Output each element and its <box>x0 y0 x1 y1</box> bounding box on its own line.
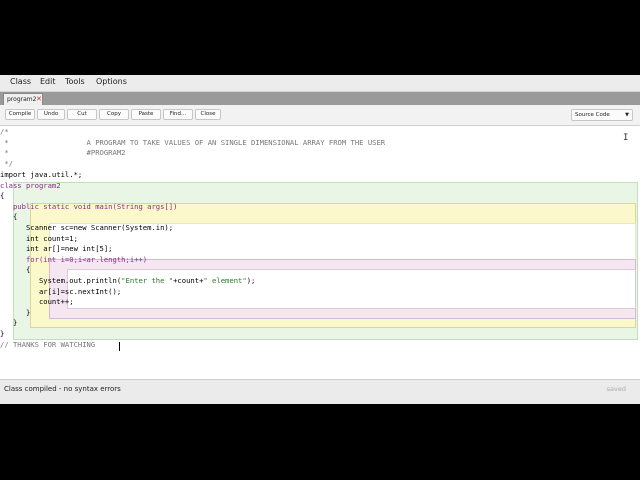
compile-button[interactable]: Compile <box>5 109 35 120</box>
code-line: } <box>0 308 31 317</box>
tab-bar: program2 ✕ <box>0 92 640 105</box>
code-line: { <box>0 191 5 200</box>
code-line: class program2 <box>0 181 61 190</box>
code-line: ar[i]=sc.nextInt(); <box>0 287 122 296</box>
text-caret <box>119 342 120 351</box>
menu-tools[interactable]: Tools <box>65 77 85 86</box>
code-line: System.out.println("Enter the "+count+" … <box>0 276 256 285</box>
close-button[interactable]: Close <box>195 109 221 120</box>
code-line: public static void main(String args[]) <box>0 202 178 211</box>
copy-button[interactable]: Copy <box>99 109 129 120</box>
saved-indicator: saved <box>606 385 626 393</box>
tab-program2[interactable]: program2 ✕ <box>3 93 43 105</box>
find-button[interactable]: Find... <box>163 109 193 120</box>
tab-label: program2 <box>7 96 37 103</box>
view-select-value: Source Code <box>575 112 610 118</box>
close-icon[interactable]: ✕ <box>36 95 42 103</box>
code-line: * #PROGRAM2 <box>0 148 126 157</box>
code-line: for(int i=0;i<ar.length;i++) <box>0 255 148 264</box>
code-line: count++; <box>0 297 74 306</box>
code-line: */ <box>0 159 13 168</box>
editor-toolbar: Compile Undo Cut Copy Paste Find... Clos… <box>0 105 640 126</box>
loop-body-scope-highlight <box>67 269 636 309</box>
bluej-editor-window: Class Edit Tools Options program2 ✕ Comp… <box>0 75 640 404</box>
status-bar: Class compiled - no syntax errors saved <box>0 379 640 404</box>
code-line: import java.util.*; <box>0 170 83 179</box>
menu-edit[interactable]: Edit <box>40 77 56 86</box>
code-line: } <box>0 329 5 338</box>
code-line: { <box>0 212 18 221</box>
code-line: /* <box>0 127 9 136</box>
code-line: // THANKS FOR WATCHING <box>0 340 96 349</box>
dropdown-arrow-icon: ▼ <box>625 112 629 118</box>
menu-options[interactable]: Options <box>96 77 127 86</box>
code-line: int count=1; <box>0 234 78 243</box>
code-line: * A PROGRAM TO TAKE VALUES OF AN SINGLE … <box>0 138 386 147</box>
undo-button[interactable]: Undo <box>37 109 65 120</box>
paste-button[interactable]: Paste <box>131 109 161 120</box>
view-select[interactable]: Source Code ▼ <box>571 109 633 121</box>
menu-class[interactable]: Class <box>10 77 31 86</box>
code-line: Scanner sc=new Scanner(System.in); <box>0 223 174 232</box>
code-line: } <box>0 318 18 327</box>
menu-bar: Class Edit Tools Options <box>0 75 640 92</box>
cut-button[interactable]: Cut <box>67 109 97 120</box>
ibeam-cursor-icon: I <box>623 133 629 143</box>
code-line: int ar[]=new int[5]; <box>0 244 113 253</box>
code-editor[interactable]: /* * A PROGRAM TO TAKE VALUES OF AN SING… <box>0 126 640 379</box>
status-message: Class compiled - no syntax errors <box>4 385 121 393</box>
code-line: { <box>0 265 31 274</box>
